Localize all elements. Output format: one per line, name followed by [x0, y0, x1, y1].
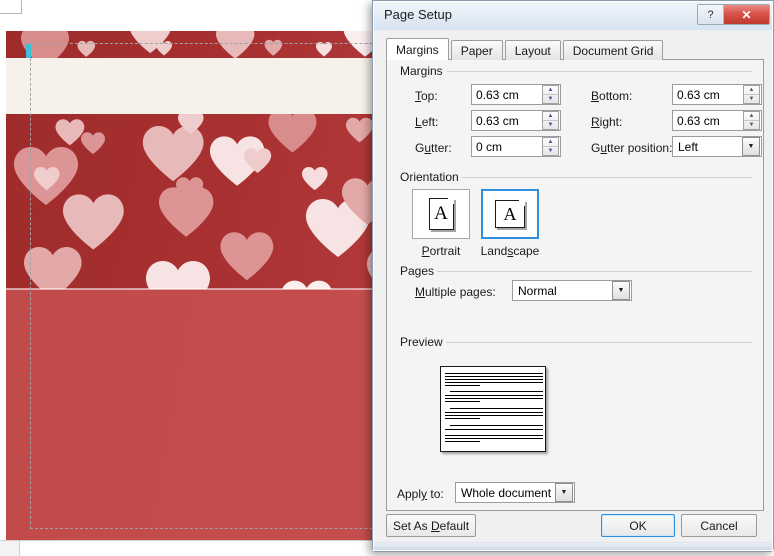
ok-button[interactable]: OK — [601, 514, 675, 537]
tab-document-grid[interactable]: Document Grid — [562, 40, 664, 60]
set-as-default-button[interactable]: Set As Default — [386, 514, 476, 537]
spin-up-icon[interactable]: ▲ — [543, 138, 558, 147]
orientation-label-portrait: Portrait — [421, 244, 461, 258]
bottom-margin-spin-buttons[interactable]: ▲ ▼ — [743, 85, 760, 104]
dialog-button-bar: Set As Default OK Cancel — [374, 514, 772, 538]
chevron-down-icon[interactable]: ▼ — [555, 483, 573, 502]
orientation-group-rule — [462, 177, 752, 178]
dialog-titlebar[interactable]: Page Setup ? ✕ — [374, 2, 772, 30]
orientation-group-legend: Orientation — [397, 170, 462, 184]
multiple-pages-label: Multiple pages: — [415, 285, 496, 299]
margins-group-rule — [447, 71, 752, 72]
apply-to-value: Whole document — [461, 485, 552, 500]
orientation-option-landscape[interactable]: A — [481, 189, 539, 239]
cancel-button[interactable]: Cancel — [681, 514, 757, 537]
chevron-down-icon[interactable]: ▼ — [612, 281, 630, 300]
dialog-bottom-bevel — [374, 542, 772, 550]
top-margin-value[interactable]: 0.63 cm — [476, 88, 519, 102]
left-margin-spin-buttons[interactable]: ▲ ▼ — [542, 111, 559, 130]
orientation-label-landscape: Landscape — [480, 244, 540, 258]
margins-tab-content: Margins Top: 0.63 cm ▲ ▼ Bottom: 0.63 cm… — [387, 60, 763, 510]
top-margin-stepper[interactable]: 0.63 cm ▲ ▼ — [471, 84, 561, 105]
left-margin-stepper[interactable]: 0.63 cm ▲ ▼ — [471, 110, 561, 131]
top-margin-spin-buttons[interactable]: ▲ ▼ — [542, 85, 559, 104]
right-margin-label: Right: — [591, 115, 623, 129]
set-as-default-label: Set As Default — [392, 518, 470, 533]
spin-up-icon[interactable]: ▲ — [543, 86, 558, 95]
portrait-page-icon: A — [428, 198, 454, 230]
margins-group-legend: Margins — [397, 64, 446, 78]
dialog-title: Page Setup — [384, 7, 452, 22]
right-margin-value[interactable]: 0.63 cm — [673, 114, 743, 128]
spin-down-icon[interactable]: ▼ — [744, 95, 759, 103]
ruler-corner-box — [0, 0, 22, 14]
gutter-value[interactable]: 0 cm — [472, 140, 542, 154]
spin-up-icon[interactable]: ▲ — [744, 86, 759, 95]
document-bottom-left-box — [0, 540, 20, 556]
spin-up-icon[interactable]: ▲ — [543, 112, 558, 121]
multiple-pages-combobox[interactable]: Normal ▼ — [512, 280, 632, 301]
bottom-margin-value[interactable]: 0.63 cm — [673, 88, 743, 102]
gutter-label: Gutter: — [415, 141, 452, 155]
apply-to-label: Apply to: — [397, 487, 444, 501]
left-margin-value[interactable]: 0.63 cm — [472, 114, 542, 128]
tab-margins[interactable]: Margins — [386, 38, 449, 60]
multiple-pages-value: Normal — [518, 283, 557, 298]
orientation-option-portrait[interactable]: A — [412, 189, 470, 239]
preview-group-legend: Preview — [397, 335, 446, 349]
page-setup-dialog[interactable]: Page Setup ? ✕ Margins Paper Layout Docu… — [372, 0, 774, 552]
preview-group-rule — [445, 342, 752, 343]
spin-down-icon[interactable]: ▼ — [543, 95, 558, 103]
tab-layout[interactable]: Layout — [504, 40, 561, 60]
spin-down-icon[interactable]: ▼ — [543, 121, 558, 129]
apply-to-combobox[interactable]: Whole document ▼ — [455, 482, 575, 503]
gutter-spin-buttons[interactable]: ▲ ▼ — [542, 137, 559, 156]
bottom-margin-label: Bottom: — [591, 89, 633, 103]
bottom-margin-stepper[interactable]: 0.63 cm ▲ ▼ — [672, 84, 762, 105]
margins-tab-panel: Margins Top: 0.63 cm ▲ ▼ Bottom: 0.63 cm… — [386, 59, 764, 511]
page-preview-thumbnail — [440, 366, 546, 452]
landscape-page-icon: A — [495, 200, 525, 228]
chevron-down-icon[interactable]: ▼ — [742, 137, 760, 156]
gutter-stepper[interactable]: 0 cm ▲ ▼ — [471, 136, 561, 157]
spin-up-icon[interactable]: ▲ — [744, 112, 759, 121]
spin-down-icon[interactable]: ▼ — [543, 147, 558, 155]
tab-strip: Margins Paper Layout Document Grid — [386, 38, 764, 60]
gutter-position-combobox[interactable]: Left ▼ — [672, 136, 762, 157]
help-icon[interactable]: ? — [698, 5, 724, 24]
dialog-frame: Page Setup ? ✕ Margins Paper Layout Docu… — [373, 1, 773, 551]
margin-corner-marker — [26, 44, 31, 58]
gutter-position-value: Left — [678, 139, 699, 154]
top-margin-label: Top: — [415, 89, 438, 103]
spin-down-icon[interactable]: ▼ — [744, 121, 759, 129]
left-margin-label: Left: — [415, 115, 439, 129]
right-margin-stepper[interactable]: 0.63 cm ▲ ▼ — [672, 110, 762, 131]
tab-paper[interactable]: Paper — [450, 40, 503, 60]
close-icon[interactable]: ✕ — [724, 5, 769, 24]
pages-group-rule — [435, 271, 752, 272]
window-button-group: ? ✕ — [697, 4, 770, 25]
gutter-position-label: Gutter position: — [591, 141, 673, 155]
right-margin-spin-buttons[interactable]: ▲ ▼ — [743, 111, 760, 130]
pages-group-legend: Pages — [397, 264, 438, 278]
